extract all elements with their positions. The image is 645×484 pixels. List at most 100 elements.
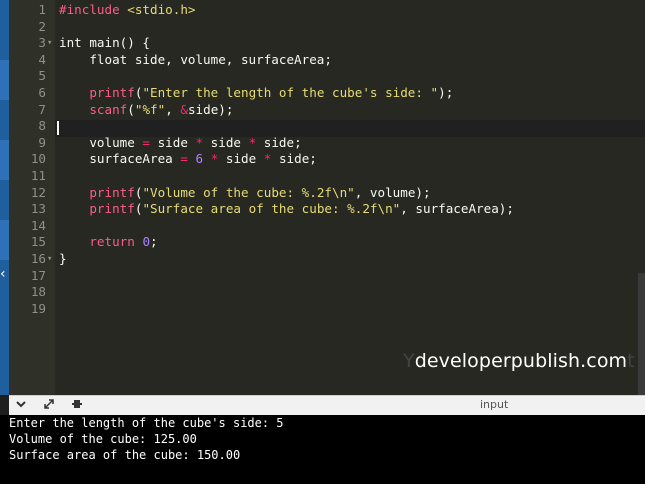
- code-text: printf("Volume of the cube: %.2f\n", vol…: [59, 184, 431, 202]
- code-token: side: [150, 134, 196, 150]
- line-number: 2: [38, 18, 46, 34]
- code-token: <stdio.h>: [127, 2, 196, 17]
- line-number: 8: [38, 118, 46, 134]
- line-number: 6: [38, 84, 46, 100]
- code-text: printf("Enter the length of the cube's s…: [59, 85, 453, 102]
- code-token: float side, volume, surfaceArea;: [59, 51, 332, 67]
- code-line: 5: [9, 68, 645, 85]
- code-text: printf("Surface area of the cube: %.2f\n…: [59, 201, 514, 218]
- expand-arrows-icon[interactable]: [43, 398, 55, 414]
- code-token: "%f": [134, 101, 166, 117]
- code-token: #include: [59, 2, 128, 17]
- line-number: 12: [30, 184, 46, 200]
- code-token: surfaceArea: [59, 151, 181, 167]
- left-sidebar-strip: ‹: [0, 0, 9, 395]
- code-token: printf: [89, 184, 135, 200]
- code-line: 13 printf("Surface area of the cube: %.2…: [9, 201, 645, 218]
- code-token: =: [142, 134, 150, 150]
- console-line: Enter the length of the cube's side: 5: [9, 416, 284, 430]
- line-number: 11: [30, 167, 46, 183]
- line-number: 13: [30, 201, 46, 217]
- console-line: Volume of the cube: 125.00: [9, 431, 197, 446]
- code-token: side);: [187, 101, 234, 117]
- code-token: (: [127, 101, 135, 117]
- code-token: int main() {: [59, 35, 150, 51]
- code-text: }: [59, 251, 67, 268]
- code-token: 0: [142, 234, 151, 250]
- code-token: }: [59, 250, 67, 266]
- line-number: 4: [38, 51, 46, 67]
- code-token: &: [180, 101, 188, 117]
- code-token: ;: [150, 234, 158, 250]
- code-token: , volume);: [354, 184, 431, 200]
- code-token: ,: [165, 101, 181, 117]
- code-token: side: [218, 151, 264, 167]
- code-line: 12 printf("Volume of the cube: %.2f\n", …: [9, 185, 645, 202]
- code-editor[interactable]: 1 #include <stdio.h> 2 3 ▾ int main() {4 floa…: [9, 0, 645, 395]
- code-line: 14: [9, 218, 645, 235]
- code-token: volume: [59, 134, 143, 150]
- line-number: 16: [30, 250, 46, 266]
- code-token: 6: [195, 151, 204, 167]
- code-lines: 1 #include <stdio.h> 2 3 ▾ int main() {4 floa…: [9, 2, 645, 317]
- code-token: scanf: [89, 101, 128, 117]
- line-number: 3: [38, 35, 46, 51]
- code-text: #include <stdio.h>: [59, 2, 196, 19]
- chevron-down-icon[interactable]: [15, 398, 27, 414]
- code-line: 16 ▾}: [9, 251, 645, 268]
- line-number: 19: [30, 300, 46, 316]
- code-line: 1 #include <stdio.h>: [9, 2, 645, 19]
- line-number: 15: [30, 234, 46, 250]
- output-console: Enter the length of the cube's side: 5 Vo…: [0, 415, 645, 484]
- code-token: "Surface area of the cube: %.2f\n": [142, 201, 401, 217]
- code-token: "Enter the length of the cube's side: ": [142, 84, 439, 100]
- code-token: "Volume of the cube: %.2f\n": [142, 184, 355, 200]
- code-token: side;: [256, 134, 302, 150]
- sidebar-segment: [0, 140, 9, 180]
- line-number: 9: [38, 134, 46, 150]
- code-line: 3 ▾ int main() {: [9, 35, 645, 52]
- line-number: 10: [30, 151, 46, 167]
- sidebar-segment: [0, 220, 9, 260]
- code-line: 9 volume = side * side * side;: [9, 135, 645, 152]
- console-output: Enter the length of the cube's side: 5 Vo…: [0, 415, 645, 463]
- input-tab-label[interactable]: input: [480, 398, 508, 411]
- fold-toggle-icon[interactable]: ▾: [47, 251, 52, 268]
- console-toolbar: input: [9, 395, 645, 416]
- code-text: surfaceArea = 6 * side * side;: [59, 151, 317, 168]
- line-number: 18: [30, 284, 46, 300]
- code-token: return: [89, 234, 135, 250]
- editor-scrollbar[interactable]: [638, 273, 645, 395]
- code-line: 6 printf("Enter the length of the cube's…: [9, 85, 645, 102]
- code-token: *: [195, 134, 204, 150]
- sidebar-segment: [0, 60, 9, 100]
- code-token: printf: [89, 201, 135, 217]
- line-number: 14: [30, 217, 46, 233]
- code-token: side: [203, 134, 249, 150]
- code-line: 8: [9, 118, 645, 135]
- code-text: int main() {: [59, 35, 150, 52]
- code-line: 18: [9, 284, 645, 301]
- code-line: 11: [9, 168, 645, 185]
- code-token: , surfaceArea);: [400, 201, 514, 217]
- code-line: 19: [9, 301, 645, 318]
- code-token: printf: [89, 84, 135, 100]
- line-number: 17: [30, 267, 46, 283]
- fold-toggle-icon[interactable]: ▾: [47, 35, 52, 52]
- sidebar-collapse-icon[interactable]: ‹: [0, 266, 9, 282]
- line-number: 5: [38, 68, 46, 84]
- code-token: =: [180, 151, 188, 167]
- console-line: Surface area of the cube: 150.00: [9, 447, 241, 462]
- code-line: 15 return 0;: [9, 234, 645, 251]
- code-line: 10 surfaceArea = 6 * side * side;: [9, 151, 645, 168]
- code-line: 2: [9, 19, 645, 36]
- code-line: 7 scanf("%f", &side);: [9, 102, 645, 119]
- line-number: 1: [38, 2, 46, 17]
- settings-icon[interactable]: [71, 398, 83, 414]
